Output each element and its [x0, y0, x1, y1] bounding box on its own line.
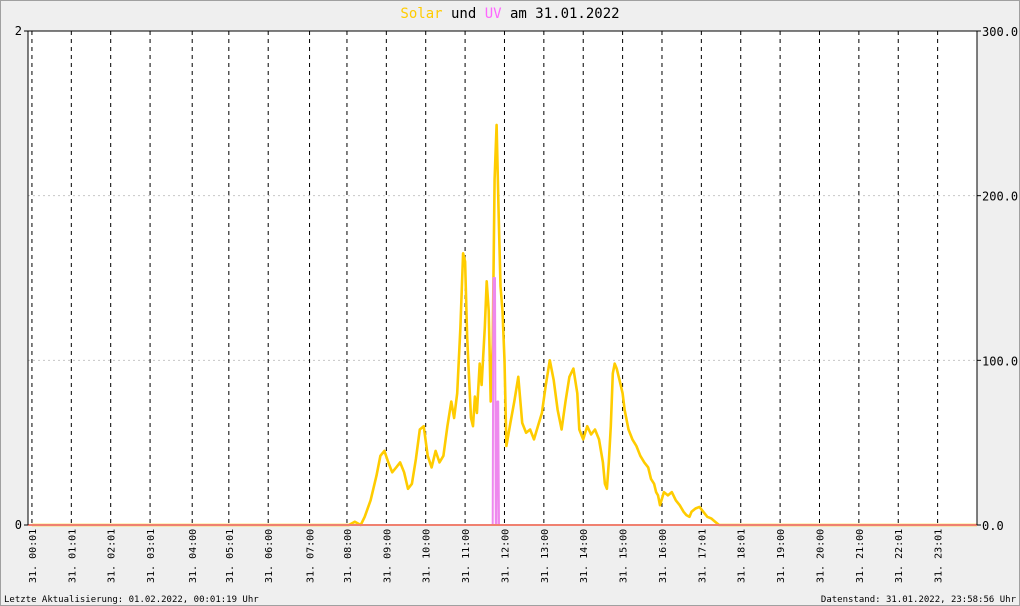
x-tick-label: 31. 02:01 [107, 529, 118, 583]
x-tick-label: 31. 13:00 [540, 529, 551, 583]
x-tick-label: 31. 19:00 [776, 529, 787, 583]
plot-area [28, 31, 977, 525]
x-tick-label: 31. 15:00 [619, 529, 630, 583]
x-tick-label: 31. 04:00 [188, 529, 199, 583]
x-tick-label: 31. 20:00 [815, 529, 826, 583]
y-right-tick-label: 100.0 [982, 354, 1018, 368]
x-tick-label: 31. 01:01 [67, 529, 78, 583]
x-tick-label: 31. 23:01 [934, 529, 945, 583]
x-tick-label: 31. 18:01 [737, 529, 748, 583]
x-tick-label: 31. 22:01 [894, 529, 905, 583]
x-tick-label: 31. 08:00 [343, 529, 354, 583]
y-left-tick-label: 2 [15, 24, 22, 38]
chart-title-und: und [443, 6, 485, 22]
x-tick-label: 31. 00:01 [28, 529, 39, 583]
grid-lines [28, 31, 977, 525]
chart-svg: Solar und UV am 31.01.2022 31. 00:01 31. … [0, 0, 1020, 606]
x-tick-label: 31. 16:00 [658, 529, 669, 583]
chart-title: Solar und UV am 31.01.2022 [400, 6, 619, 22]
x-tick-label: 31. 17:01 [697, 529, 708, 583]
x-tick-label: 31. 07:00 [306, 529, 317, 583]
chart-title-solar: Solar [400, 6, 442, 22]
y-right-tick-label: 0.0 [982, 519, 1004, 533]
x-tick-label: 31. 14:00 [579, 529, 590, 583]
x-tick-label: 31. 12:00 [500, 529, 511, 583]
x-tick-label: 31. 09:00 [382, 529, 393, 583]
x-tick-label: 31. 05:01 [225, 529, 236, 583]
x-tick-label: 31. 21:00 [855, 529, 866, 583]
y-right-tick-label: 200.0 [982, 190, 1018, 204]
footer-last-update: Letzte Aktualisierung: 01.02.2022, 00:01… [4, 595, 259, 605]
x-tick-label: 31. 10:00 [422, 529, 433, 583]
y-right-tick-label: 300.0 [982, 25, 1018, 39]
chart-title-uv: UV [485, 6, 502, 22]
chart-container: Solar und UV am 31.01.2022 31. 00:01 31. … [0, 0, 1020, 606]
x-tick-label: 31. 06:00 [264, 529, 275, 583]
chart-title-date: am 31.01.2022 [502, 6, 620, 22]
y-left-tick-label: 0 [15, 518, 22, 532]
footer-data-status: Datenstand: 31.01.2022, 23:58:56 Uhr [821, 595, 1017, 605]
x-tick-label: 31. 11:00 [461, 529, 472, 583]
x-tick-label: 31. 03:01 [146, 529, 157, 583]
